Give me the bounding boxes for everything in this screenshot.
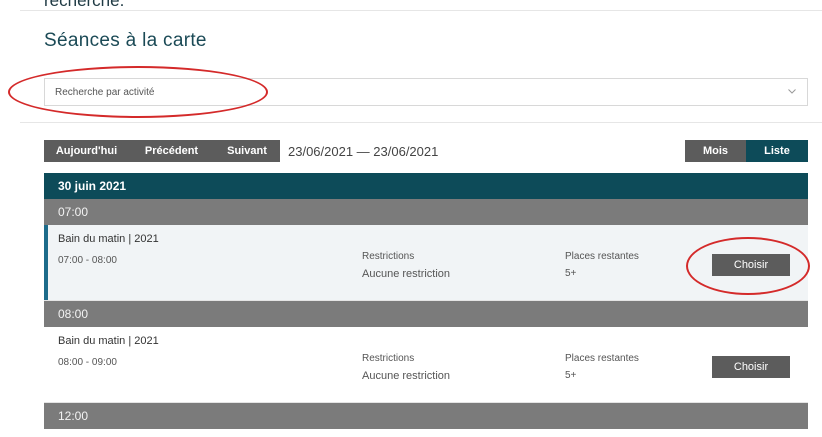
places-label: Places restantes [565, 353, 639, 364]
places-value: 5+ [565, 268, 577, 279]
calendar-toolbar: Aujourd'hui Précédent Suivant 23/06/2021… [44, 140, 438, 162]
nav-button-group: Aujourd'hui Précédent Suivant [44, 140, 280, 162]
chevron-down-icon[interactable] [787, 83, 797, 101]
session-time: 07:00 - 08:00 [58, 255, 117, 266]
view-month-button[interactable]: Mois [685, 140, 746, 162]
places-value: 5+ [565, 370, 577, 381]
view-list-button[interactable]: Liste [746, 140, 808, 162]
previous-button[interactable]: Précédent [129, 140, 214, 162]
session-time: 08:00 - 09:00 [58, 357, 117, 368]
hour-row-0800: 08:00 [44, 301, 808, 327]
today-button[interactable]: Aujourd'hui [44, 140, 129, 162]
restrictions-value: Aucune restriction [362, 370, 451, 382]
section-divider [20, 122, 822, 123]
activity-search-placeholder: Recherche par activité [55, 86, 155, 98]
next-button[interactable]: Suivant [214, 140, 280, 162]
day-header: 30 juin 2021 [44, 173, 808, 199]
active-accent-bar [44, 225, 48, 300]
restrictions-value: Aucune restriction [362, 268, 451, 280]
date-range-label: 23/06/2021 — 23/06/2021 [288, 143, 439, 159]
choose-button[interactable]: Choisir [712, 356, 790, 378]
view-toggle-group: Mois Liste [685, 140, 808, 162]
places-label: Places restantes [565, 251, 639, 262]
hour-row-0700: 07:00 [44, 199, 808, 225]
session-name: Bain du matin | 2021 [58, 335, 159, 347]
session-card: Bain du matin | 2021 08:00 - 09:00 Restr… [44, 327, 808, 403]
activity-search-select[interactable]: Recherche par activité [44, 78, 808, 106]
restrictions-label: Restrictions [362, 251, 415, 262]
restrictions-label: Restrictions [362, 353, 415, 364]
top-divider [20, 10, 822, 11]
session-name: Bain du matin | 2021 [58, 233, 159, 245]
hour-row-1200: 12:00 [44, 403, 808, 429]
choose-button[interactable]: Choisir [712, 254, 790, 276]
page-title: Séances à la carte [44, 30, 207, 51]
session-card: Bain du matin | 2021 07:00 - 08:00 Restr… [44, 225, 808, 301]
